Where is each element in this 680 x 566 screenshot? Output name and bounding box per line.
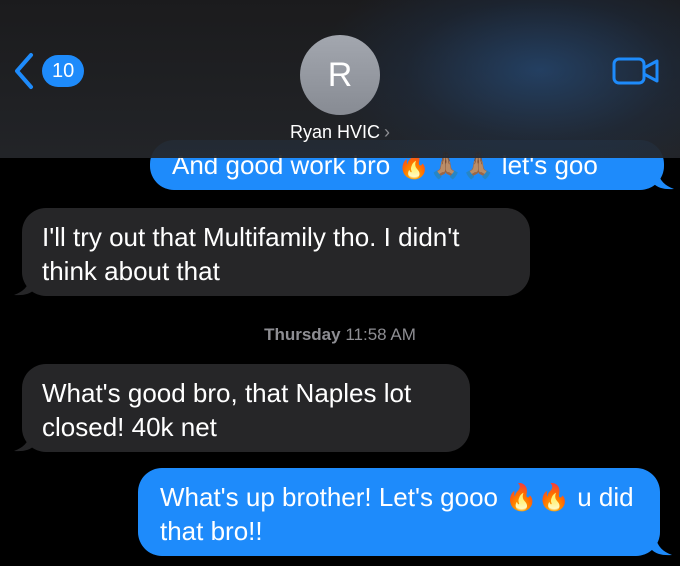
conversation-header: 10 R Ryan HVIC › xyxy=(0,0,680,158)
bubble-tail-incoming xyxy=(14,434,34,452)
timestamp-time: 11:58 AM xyxy=(345,325,416,344)
chevron-right-icon: › xyxy=(384,122,391,142)
unread-count-badge: 10 xyxy=(42,55,85,87)
message-text: What's good bro, that Naples lot closed!… xyxy=(42,378,412,442)
contact-avatar[interactable]: R xyxy=(300,35,380,115)
message-timestamp: Thursday 11:58 AM xyxy=(0,325,680,345)
back-button[interactable]: 10 xyxy=(12,52,85,90)
message-bubble-outgoing[interactable]: What's up brother! Let's gooo 🔥🔥 u did t… xyxy=(138,468,660,556)
message-text: I'll try out that Multifamily tho. I did… xyxy=(42,222,460,286)
messages-screen: And good work bro 🔥🙏🏽🙏🏽 let's goo I'll t… xyxy=(0,0,680,566)
message-bubble-incoming[interactable]: What's good bro, that Naples lot closed!… xyxy=(22,364,470,452)
video-camera-icon[interactable] xyxy=(612,56,660,86)
message-text: What's up brother! Let's gooo 🔥🔥 u did t… xyxy=(160,482,634,546)
message-bubble-incoming[interactable]: I'll try out that Multifamily tho. I did… xyxy=(22,208,530,296)
chevron-left-icon xyxy=(15,53,33,89)
bubble-tail-incoming xyxy=(14,278,34,296)
bubble-tail-outgoing xyxy=(652,538,672,556)
bubble-tail-outgoing xyxy=(654,172,674,190)
timestamp-day: Thursday xyxy=(264,325,341,344)
contact-name-button[interactable]: Ryan HVIC › xyxy=(0,122,680,143)
contact-name: Ryan HVIC xyxy=(289,122,381,142)
